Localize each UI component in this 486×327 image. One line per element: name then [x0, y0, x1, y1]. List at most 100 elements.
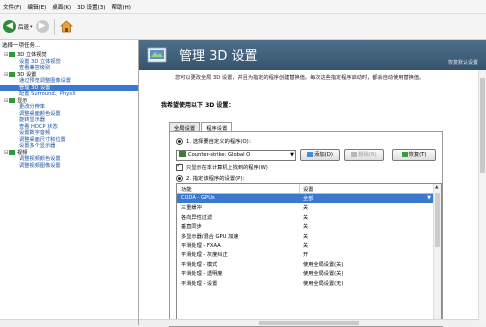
tree-label: 设置 3D 立体视觉 — [19, 58, 61, 65]
menu-item[interactable]: 帮助(H) — [108, 3, 133, 11]
tree-label: 配置 Surround、PhysX — [19, 91, 76, 97]
grid-scrollbar[interactable]: ▲ ▼ — [433, 184, 441, 325]
tree-label: 查看兼容级别 — [19, 65, 51, 71]
menu-item[interactable]: 文件(F) — [0, 3, 24, 11]
scroll-thumb[interactable] — [435, 193, 440, 247]
table-row[interactable]: CUDA - GPUs 全部 ▼ — [177, 194, 433, 204]
chevron-down-icon[interactable]: ▾ — [30, 24, 33, 30]
table-row[interactable]: 多显示器/混合 GPU 加速 关 — [177, 232, 433, 241]
table-row[interactable]: 平滑处理 - 透明度 使用全局设置(关) — [177, 269, 433, 278]
program-settings-label: 2. 指定该程序的设置(P)： — [186, 176, 248, 182]
feature-cell: 多显示器/混合 GPU 加速 — [181, 233, 239, 240]
tree-label: 3D 立体视觉 — [17, 52, 47, 58]
page-banner: 管理 3D 设置 恢复默认设置 — [139, 40, 486, 70]
category-icon — [9, 97, 15, 103]
tree-label: 调整桌面尺寸和位置 — [19, 136, 66, 143]
selected-program: Counter-strike: Global O — [188, 152, 251, 158]
feature-cell: 各向异性过滤 — [181, 214, 213, 221]
chevron-down-icon[interactable]: ▼ — [427, 195, 431, 201]
tree-label: 通过预览调整图像设置 — [19, 78, 71, 84]
toolbar: ◀ 后退 ▾ ▶ — [0, 14, 486, 40]
category-icon — [9, 71, 15, 77]
back-button[interactable]: ◀ 后退 ▾ — [3, 18, 33, 36]
tree-label: 显示 — [17, 97, 28, 104]
tree-label: 管理 3D 设置 — [19, 84, 51, 91]
tree-label: 调整视频颜色设置 — [19, 156, 61, 162]
menu-item[interactable]: 桌面(K) — [49, 3, 74, 11]
program-select[interactable]: Counter-strike: Global O ▼ — [176, 150, 296, 161]
add-button-label: 添加(D) — [314, 152, 333, 158]
select-program-label: 1. 选择要自定义的程序(O)： — [186, 139, 255, 145]
feature-cell: 三重缓冲 — [181, 205, 202, 212]
setting-cell[interactable]: 使用全局设置(无) — [303, 280, 343, 287]
scroll-thumb[interactable] — [259, 321, 359, 325]
chevron-down-icon: ▼ — [290, 152, 294, 158]
setting-cell[interactable]: 全部 — [303, 195, 313, 202]
tree-label: 调整视频图像设置 — [19, 162, 61, 169]
setting-cell[interactable]: 关 — [303, 242, 308, 249]
back-arrow-icon: ◀ — [3, 20, 16, 33]
home-icon — [60, 20, 73, 33]
column-header-feature[interactable]: 功能 — [181, 185, 192, 193]
tree-label: 设置多个显示器 — [19, 143, 56, 149]
add-program-button[interactable]: 添加(D) — [300, 149, 340, 161]
setting-cell[interactable]: 关 — [303, 214, 308, 221]
setting-cell[interactable]: 开 — [303, 251, 308, 258]
menu-bar: 文件(F) 编辑(E) 桌面(K) 3D 设置(3) 帮助(H) — [0, 0, 486, 14]
program-icon — [179, 151, 186, 157]
feature-cell: 平滑处理 - 灰度纠正 — [181, 252, 228, 259]
feature-cell: 平滑处理 - FXAA — [181, 243, 221, 249]
remove-program-button[interactable]: 删除(R) — [344, 149, 384, 161]
remove-icon — [351, 152, 358, 157]
tree-label: 3D 设置 — [17, 71, 37, 78]
restore-button-label: 恢复(T) — [408, 152, 427, 158]
page-description: 您可以更改全局 3D 设置，并且为指定的程序创建替换值。每次这些指定程序启动时，… — [175, 75, 425, 81]
forward-arrow-icon: ▶ — [35, 20, 49, 33]
menu-item[interactable]: 3D 设置(3) — [74, 3, 108, 11]
table-row[interactable]: 平滑处理 - 灰度纠正 开 — [177, 250, 433, 259]
tree-label: 设置数字音频 — [19, 130, 51, 136]
table-row[interactable]: 垂直同步 关 — [177, 222, 433, 231]
feature-cell: 平滑处理 - 透明度 — [181, 271, 223, 278]
setting-cell[interactable]: 关 — [303, 223, 308, 230]
show-only-checkbox[interactable] — [176, 162, 183, 171]
tree-label: 调整桌面颜色设置 — [19, 110, 61, 117]
feature-cell: CUDA - GPUs — [181, 195, 215, 201]
radio-button — [176, 137, 183, 145]
column-header-setting[interactable]: 设置 — [303, 185, 314, 193]
setting-cell[interactable]: 关 — [303, 204, 308, 211]
setting-cell[interactable]: 使用全局设置(关) — [303, 261, 343, 268]
tree-task-link[interactable]: 调整视频图像设置 — [0, 163, 138, 170]
select-program-label-row: 1. 选择要自定义的程序(O)： — [176, 137, 254, 145]
show-only-found-row[interactable]: 只显示在本计算机上找到的程序(W) — [176, 162, 268, 171]
nvidia-3d-icon — [147, 47, 167, 63]
menu-item[interactable]: 编辑(E) — [24, 3, 49, 11]
setting-cell[interactable]: 使用全局设置(关) — [303, 270, 343, 277]
setting-cell[interactable]: 关 — [303, 233, 308, 240]
add-icon — [307, 152, 314, 157]
scroll-thumb[interactable] — [480, 78, 485, 173]
table-row[interactable]: 平滑处理 - 设置 使用全局设置(无) — [177, 279, 433, 288]
main-panel: 管理 3D 设置 恢复默认设置 您可以更改全局 3D 设置，并且为指定的程序创建… — [139, 40, 486, 327]
table-row[interactable]: 平滑处理 - 模式 使用全局设置(关) — [177, 260, 433, 269]
column-divider — [299, 184, 300, 193]
tree-label: 更改分辨率 — [19, 104, 45, 110]
tree-label: 查看 HDCP 状态 — [19, 123, 58, 130]
table-row[interactable]: 三重缓冲 关 — [177, 203, 433, 212]
table-row[interactable]: 各向异性过滤 关 — [177, 213, 433, 222]
program-settings-panel: 1. 选择要自定义的程序(O)： Counter-strike: Global … — [169, 131, 443, 327]
feature-cell: 平滑处理 - 模式 — [181, 261, 218, 268]
restore-program-button[interactable]: 恢复(T) — [392, 149, 436, 161]
grid-header: 功能 设置 — [177, 184, 433, 194]
table-row[interactable]: 平滑处理 - FXAA 关 — [177, 241, 433, 250]
forward-button[interactable]: ▶ — [35, 18, 49, 36]
scroll-up-icon[interactable]: ▲ — [435, 185, 438, 190]
tree-label: 旋转显示器 — [19, 117, 45, 123]
settings-grid: 功能 设置 CUDA - GPUs 全部 ▼ 三重缓冲关各向异性过滤关垂直同步关多显示… — [176, 183, 442, 326]
show-only-label: 只显示在本计算机上找到的程序(W) — [186, 165, 268, 171]
home-button[interactable] — [60, 20, 74, 34]
back-label: 后退 — [18, 24, 30, 31]
remove-button-label: 删除(R) — [358, 152, 377, 158]
main-scrollbar[interactable] — [478, 70, 486, 325]
restore-defaults-link[interactable]: 恢复默认设置 — [448, 59, 478, 66]
